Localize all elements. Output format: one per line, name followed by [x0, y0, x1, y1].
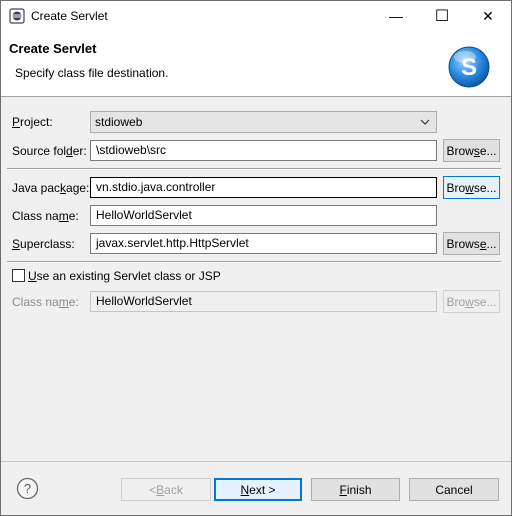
- separator: [7, 168, 501, 170]
- cancel-button[interactable]: Cancel: [409, 478, 499, 501]
- java-package-field[interactable]: vn.stdio.java.controller: [90, 177, 437, 198]
- source-folder-browse-button[interactable]: Brow s e...: [443, 139, 500, 162]
- project-label: Project:: [12, 115, 53, 129]
- project-value: stdioweb: [95, 115, 143, 129]
- existing-servlet-label[interactable]: Use an existing Servlet class or JSP: [28, 269, 221, 283]
- help-icon[interactable]: ?: [16, 477, 39, 500]
- page-description: Specify class file destination.: [15, 66, 169, 80]
- superclass-browse-button[interactable]: Brows e...: [443, 232, 500, 255]
- maximize-button[interactable]: ☐: [419, 1, 465, 31]
- page-title: Create Servlet: [9, 41, 97, 56]
- title-bar: Create Servlet — ☐ ✕: [1, 1, 511, 31]
- maximize-icon: ☐: [434, 8, 450, 25]
- eclipse-app-icon: [9, 8, 25, 24]
- wizard-banner: Create Servlet Specify class file destin…: [1, 31, 511, 97]
- java-package-browse-button[interactable]: Bro w se...: [443, 176, 500, 199]
- class-name-field[interactable]: HelloWorldServlet: [90, 205, 437, 226]
- source-folder-label: Source folder:: [12, 144, 87, 158]
- separator: [7, 261, 501, 263]
- create-servlet-dialog: Create Servlet — ☐ ✕ Create Servlet Spec…: [0, 0, 512, 516]
- servlet-logo-icon: S: [448, 46, 490, 88]
- java-package-label: Java package:: [12, 181, 90, 195]
- close-button[interactable]: ✕: [465, 1, 511, 31]
- superclass-label: Superclass:: [12, 237, 75, 251]
- minimize-button[interactable]: —: [373, 1, 419, 31]
- project-combo[interactable]: stdioweb: [90, 111, 437, 133]
- svg-text:?: ?: [24, 481, 31, 496]
- existing-class-name-field: HelloWorldServlet: [90, 291, 437, 312]
- footer-separator: [1, 461, 511, 462]
- chevron-down-icon: [420, 115, 430, 132]
- minimize-icon: —: [389, 8, 403, 24]
- existing-class-name-label: Class name:: [12, 295, 79, 309]
- logo-letter: S: [461, 54, 477, 81]
- window-title: Create Servlet: [31, 9, 108, 23]
- class-name-label: Class name:: [12, 209, 79, 223]
- next-button[interactable]: Next >: [214, 478, 302, 501]
- finish-button[interactable]: Finish: [311, 478, 400, 501]
- existing-servlet-checkbox[interactable]: [12, 269, 25, 282]
- source-folder-field[interactable]: \stdioweb\src: [90, 140, 437, 161]
- back-button: < Back: [121, 478, 211, 501]
- close-icon: ✕: [482, 7, 494, 24]
- existing-class-browse-button: Bro w se...: [443, 290, 500, 313]
- superclass-field[interactable]: javax.servlet.http.HttpServlet: [90, 233, 437, 254]
